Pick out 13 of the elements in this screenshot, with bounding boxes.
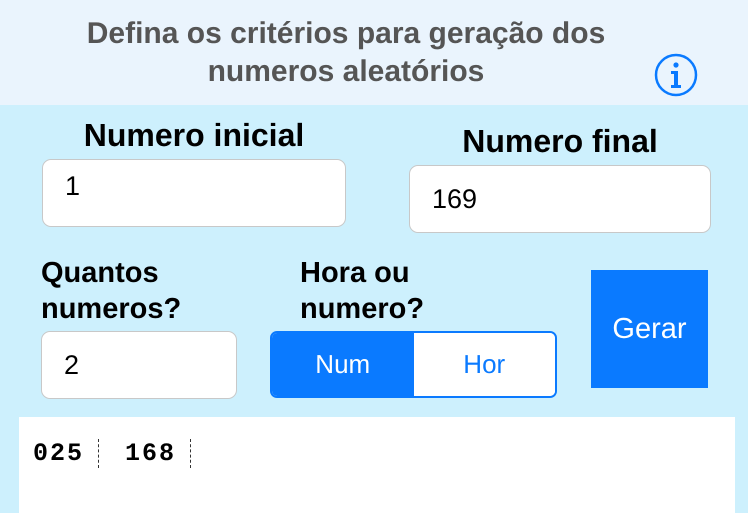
field-label: Numero inicial [84, 117, 304, 155]
field-label: Quantos numeros? [41, 256, 182, 327]
segment-tab[interactable]: Num [272, 333, 414, 396]
header-title: Defina os critérios para geração dos numeros aleatórios [86, 16, 606, 90]
result-number: 168 [125, 439, 192, 468]
info-icon[interactable] [654, 53, 698, 97]
field-label: Numero final [462, 123, 658, 161]
count-field[interactable]: 2 [41, 331, 237, 399]
start-number-field[interactable]: 1 [42, 159, 346, 227]
field-label: Hora ou numero? [300, 256, 426, 327]
end-number-field[interactable]: 169 [409, 165, 711, 233]
result-number: 025 [33, 439, 100, 468]
generate-button[interactable]: Gerar [591, 270, 708, 388]
